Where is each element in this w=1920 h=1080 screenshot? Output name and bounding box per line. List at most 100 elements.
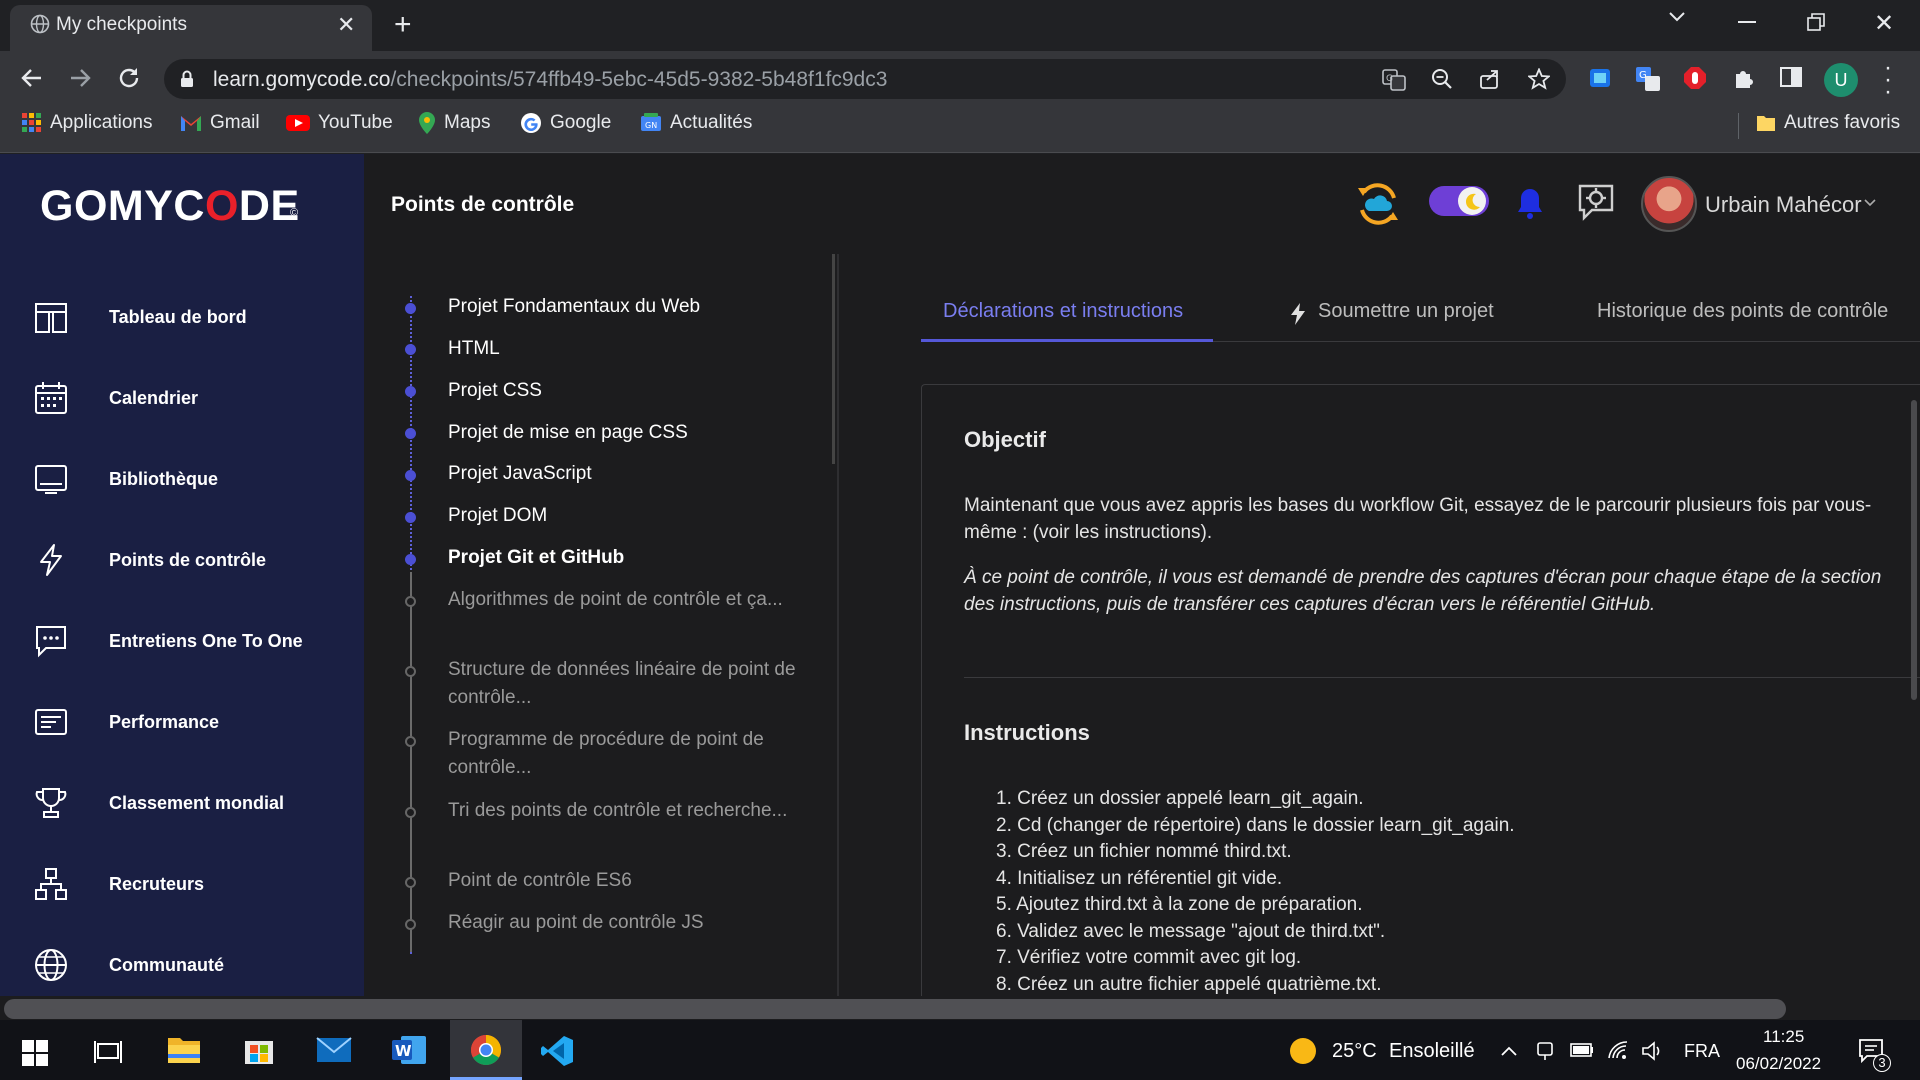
timeline-dot <box>405 736 416 747</box>
timeline-dot <box>405 386 416 397</box>
checkpoint-item[interactable]: HTML <box>448 335 798 363</box>
sun-weather-icon[interactable] <box>1288 1036 1318 1066</box>
language-indicator[interactable]: FRA <box>1684 1041 1720 1062</box>
chat-icon <box>34 624 68 658</box>
bookmark-youtube[interactable]: YouTube <box>286 112 393 134</box>
microsoft-store-icon[interactable] <box>244 1035 274 1065</box>
globe-icon <box>34 948 68 982</box>
more-menu-icon[interactable]: · · · <box>1883 56 1893 104</box>
checkpoint-list-scrollbar[interactable] <box>832 254 835 464</box>
checkpoint-item[interactable]: Structure de données linéaire de point d… <box>448 656 798 712</box>
google-translate-icon[interactable]: G <box>1635 66 1661 92</box>
back-arrow-icon[interactable] <box>20 66 44 90</box>
minimize-icon[interactable] <box>1738 21 1756 23</box>
bookmark-maps[interactable]: Maps <box>418 112 490 134</box>
bookmark-gmail[interactable]: Gmail <box>180 112 260 134</box>
chevron-up-icon[interactable] <box>1500 1045 1518 1057</box>
share-icon[interactable] <box>1479 68 1501 90</box>
checkpoint-item[interactable]: Programme de procédure de point de contr… <box>448 726 798 782</box>
sidebar-item-performance[interactable]: Performance <box>0 695 364 749</box>
checkpoint-item[interactable]: Projet DOM <box>448 502 798 530</box>
file-explorer-icon[interactable] <box>167 1034 201 1064</box>
weather-temperature[interactable]: 25°C <box>1332 1040 1377 1063</box>
user-name[interactable]: Urbain Mahécor <box>1705 192 1862 218</box>
gmail-icon <box>180 114 202 132</box>
instruction-item: 3. Créez un fichier nommé third.txt. <box>996 841 1292 862</box>
youtube-icon <box>286 114 310 132</box>
lock-icon[interactable] <box>180 70 194 88</box>
gomycode-logo[interactable]: GOMYCODE <box>40 182 300 231</box>
forward-arrow-icon[interactable] <box>68 66 92 90</box>
dark-mode-toggle[interactable] <box>1428 183 1490 219</box>
sidebar-item-calendrier[interactable]: Calendrier <box>0 371 364 425</box>
sidebar-item-classement[interactable]: Classement mondial <box>0 776 364 830</box>
objective-text: Maintenant que vous avez appris les base… <box>964 495 1872 543</box>
sidebar-item-bibliotheque[interactable]: Bibliothèque <box>0 452 364 506</box>
tab-declarations[interactable]: Déclarations et instructions <box>943 300 1183 323</box>
instruction-item: 5. Ajoutez third.txt à la zone de prépar… <box>996 894 1363 915</box>
profile-avatar[interactable]: U <box>1824 63 1858 97</box>
url-text[interactable]: learn.gomycode.co/checkpoints/574ffb49-5… <box>213 68 887 92</box>
chevron-down-icon[interactable] <box>1668 10 1686 22</box>
logo-trademark: © <box>290 207 299 219</box>
bookmark-google[interactable]: Google <box>520 112 611 134</box>
weather-condition[interactable]: Ensoleillé <box>1389 1040 1475 1063</box>
bookmark-other-folder[interactable]: Autres favoris <box>1756 112 1900 134</box>
side-panel-icon[interactable] <box>1780 66 1802 88</box>
timeline-dot <box>405 554 416 565</box>
sidebar-item-entretiens[interactable]: Entretiens One To One <box>0 614 364 668</box>
sidebar-item-recruteurs[interactable]: Recruteurs <box>0 857 364 911</box>
task-view-icon[interactable] <box>94 1038 122 1066</box>
sidebar-item-tableau-de-bord[interactable]: Tableau de bord <box>0 290 364 344</box>
tab-history[interactable]: Historique des points de contrôle <box>1597 300 1888 323</box>
bell-icon[interactable] <box>1516 186 1544 220</box>
new-tab-icon[interactable]: + <box>394 8 412 42</box>
mail-icon[interactable] <box>316 1037 352 1063</box>
adblock-icon[interactable] <box>1683 66 1707 90</box>
tab-submit-project[interactable]: Soumettre un projet <box>1318 300 1494 323</box>
wifi-icon[interactable] <box>1607 1040 1629 1060</box>
sync-cloud-icon[interactable] <box>1354 178 1402 230</box>
bookmark-actualites[interactable]: GN Actualités <box>640 112 752 134</box>
sidebar-item-communaute[interactable]: Communauté <box>0 938 364 992</box>
windows-start-icon[interactable] <box>22 1040 48 1066</box>
timeline-dot <box>405 807 416 818</box>
sidebar-item-points-de-controle[interactable]: Points de contrôle <box>0 533 364 587</box>
checkpoint-item[interactable]: Algorithmes de point de contrôle et ça..… <box>448 586 798 614</box>
word-icon[interactable]: W <box>391 1035 427 1065</box>
checkpoint-item[interactable]: Tri des points de contrôle et recherche.… <box>448 797 798 825</box>
restore-icon[interactable] <box>1807 13 1825 31</box>
support-chat-icon[interactable] <box>1574 180 1618 224</box>
chevron-down-icon[interactable] <box>1864 198 1876 208</box>
battery-icon[interactable] <box>1570 1043 1594 1057</box>
meet-icon[interactable] <box>1535 1040 1555 1062</box>
close-tab-icon[interactable]: ✕ <box>337 12 355 38</box>
checkpoint-item[interactable]: Réagir au point de contrôle JS <box>448 909 798 937</box>
checkpoint-item[interactable]: Projet CSS <box>448 377 798 405</box>
clock-time[interactable]: 11:25 <box>1763 1027 1804 1047</box>
checkpoint-item-current[interactable]: Projet Git et GitHub <box>448 544 798 572</box>
horizontal-scrollbar-thumb[interactable] <box>4 999 1786 1019</box>
translate-icon[interactable]: G <box>1382 68 1406 92</box>
checkpoint-item[interactable]: Projet de mise en page CSS <box>448 419 798 447</box>
timeline-dot <box>405 596 416 607</box>
objective-title: Objectif <box>964 427 1046 452</box>
star-icon[interactable] <box>1528 68 1550 90</box>
checkpoint-item[interactable]: Point de contrôle ES6 <box>448 867 798 895</box>
user-avatar[interactable] <box>1641 176 1697 232</box>
checkpoint-item[interactable]: Projet Fondamentaux du Web <box>448 293 798 321</box>
google-g-icon <box>520 112 542 134</box>
puzzle-icon[interactable] <box>1732 66 1756 90</box>
bookmark-applications[interactable]: Applications <box>22 112 152 134</box>
zoom-icon[interactable] <box>1431 68 1453 90</box>
checkpoint-item[interactable]: Projet JavaScript <box>448 460 798 488</box>
vscode-icon[interactable] <box>540 1034 574 1068</box>
reload-icon[interactable] <box>116 65 142 91</box>
clock-date[interactable]: 06/02/2022 <box>1736 1054 1821 1074</box>
timeline-dot <box>405 428 416 439</box>
volume-icon[interactable] <box>1641 1040 1665 1062</box>
content-scrollbar[interactable] <box>1911 400 1917 700</box>
extension-app-icon[interactable] <box>1588 66 1612 90</box>
close-window-icon[interactable]: ✕ <box>1874 9 1894 38</box>
chrome-icon[interactable] <box>470 1034 502 1066</box>
